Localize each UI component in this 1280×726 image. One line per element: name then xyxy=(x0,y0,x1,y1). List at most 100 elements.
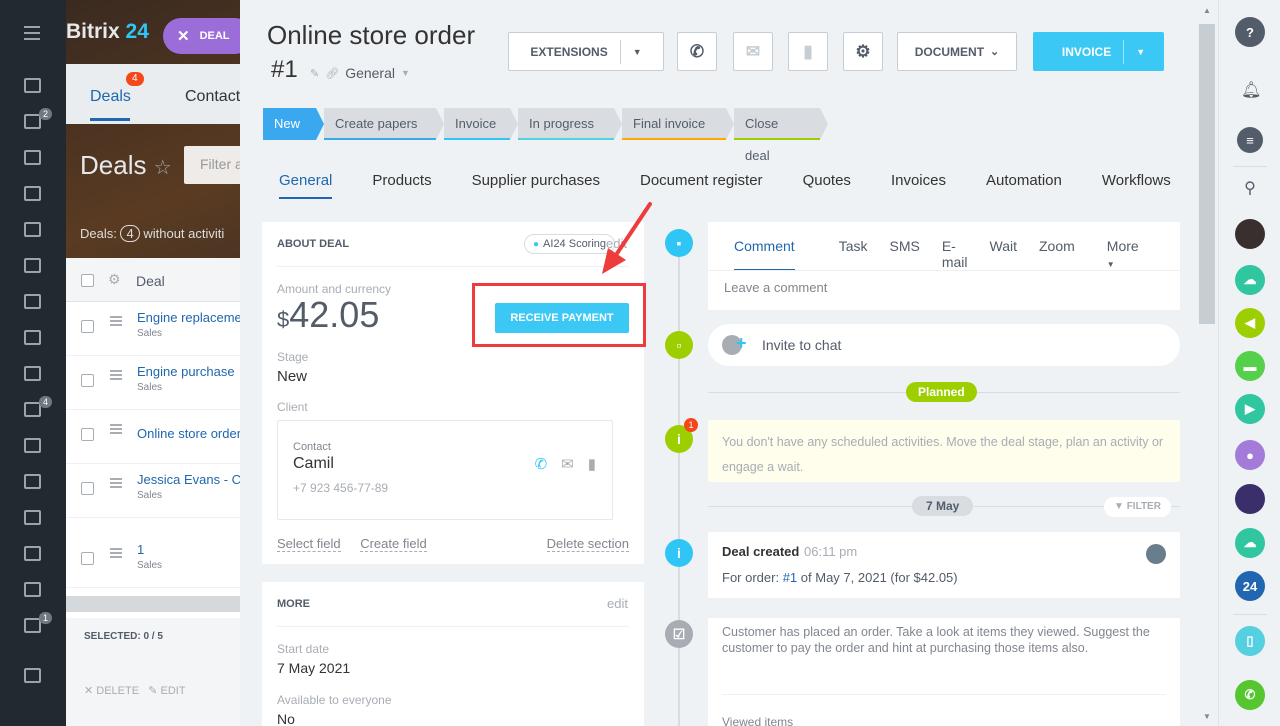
delete-section-link[interactable]: Delete section xyxy=(546,536,629,552)
contact-phone[interactable]: +7 923 456-77-89 xyxy=(293,481,388,495)
select-all-checkbox[interactable] xyxy=(81,274,94,287)
pencil-icon[interactable]: ✎ xyxy=(310,67,319,80)
document-icon[interactable] xyxy=(24,366,41,381)
chat-icon[interactable] xyxy=(24,150,41,165)
row-menu-icon[interactable] xyxy=(110,548,122,560)
deal-title[interactable]: 1 xyxy=(137,542,144,557)
tab-quotes[interactable]: Quotes xyxy=(803,172,851,200)
edit-link[interactable]: edit xyxy=(607,596,628,611)
row-menu-icon[interactable] xyxy=(110,370,122,382)
row-checkbox[interactable] xyxy=(81,482,94,495)
crm-icon[interactable] xyxy=(24,402,41,417)
delete-button[interactable]: DELETE xyxy=(96,685,139,697)
table-row[interactable]: Jessica Evans - C Sales xyxy=(66,464,266,518)
feed-icon[interactable] xyxy=(24,78,41,93)
bell-icon[interactable]: 🔔︎ xyxy=(1241,80,1261,99)
tab-supplier-purchases[interactable]: Supplier purchases xyxy=(472,172,600,200)
category-selector[interactable]: General xyxy=(345,65,395,81)
cart-icon[interactable] xyxy=(24,294,41,309)
stage-in-progress[interactable]: In progress xyxy=(518,108,623,140)
tab-zoom[interactable]: Zoom xyxy=(1039,238,1075,270)
more-icon[interactable] xyxy=(24,618,41,633)
tab-automation[interactable]: Automation xyxy=(986,172,1062,200)
row-checkbox[interactable] xyxy=(81,552,94,565)
chat-bubble-icon[interactable]: ▬ xyxy=(1235,351,1265,381)
comment-input[interactable]: Leave a comment xyxy=(724,280,827,295)
sites-icon[interactable] xyxy=(24,510,41,525)
help-icon[interactable]: ? xyxy=(1235,17,1265,47)
document-button[interactable]: DOCUMENT ⌄ xyxy=(897,32,1017,71)
megaphone-icon[interactable]: ◀ xyxy=(1235,308,1265,338)
table-row[interactable]: Online store order xyxy=(66,410,266,464)
contact-name[interactable]: Camil xyxy=(293,455,334,473)
chat-button[interactable]: ▮ xyxy=(788,32,828,71)
tab-email[interactable]: E-mail xyxy=(942,238,968,270)
tab-wait[interactable]: Wait xyxy=(990,238,1017,270)
mobile-icon[interactable]: ▯ xyxy=(1235,626,1265,656)
slider-scrollbar[interactable]: ▲ ▼ xyxy=(1198,0,1218,726)
invite-to-chat-button[interactable]: + Invite to chat xyxy=(708,324,1180,366)
pencil-icon[interactable]: ✎ xyxy=(148,685,157,697)
stage-close-deal[interactable]: Close deal xyxy=(734,108,829,163)
table-row[interactable]: 1 Sales xyxy=(66,534,266,588)
bitrix-logo[interactable]: Bitrix 24 xyxy=(66,20,149,44)
cloud-icon[interactable]: ☁ xyxy=(1235,528,1265,558)
scrollbar-thumb[interactable] xyxy=(1199,24,1215,324)
edit-button[interactable]: EDIT xyxy=(161,685,186,697)
menu-icon[interactable] xyxy=(24,26,40,44)
tab-invoices[interactable]: Invoices xyxy=(891,172,946,200)
video-icon[interactable]: ▶ xyxy=(1235,394,1265,424)
tab-comment[interactable]: Comment xyxy=(734,238,817,271)
filter-button[interactable]: ▼ FILTER xyxy=(1104,497,1171,517)
tasks-icon[interactable] xyxy=(24,114,41,129)
stage-create-papers[interactable]: Create papers xyxy=(324,108,445,140)
stage-new[interactable]: New xyxy=(263,108,325,140)
chat-history-icon[interactable]: ≡ xyxy=(1237,127,1263,153)
tab-task[interactable]: Task xyxy=(839,238,868,270)
phone-button[interactable]: ✆ xyxy=(677,32,717,71)
chevron-down-icon[interactable]: ▼ xyxy=(633,47,642,57)
avatar[interactable] xyxy=(1235,219,1265,249)
row-menu-icon[interactable] xyxy=(110,316,122,328)
tab-workflows[interactable]: Workflows xyxy=(1102,172,1171,200)
row-checkbox[interactable] xyxy=(81,320,94,333)
bitrix24-icon[interactable]: 24 xyxy=(1235,571,1265,601)
chevron-down-icon[interactable]: ▼ xyxy=(401,68,410,78)
mail-button[interactable]: ✉ xyxy=(733,32,773,71)
select-field-link[interactable]: Select field xyxy=(277,536,341,552)
user-icon[interactable]: ● xyxy=(1235,440,1265,470)
chat-icon[interactable]: ▮ xyxy=(588,455,596,473)
row-checkbox[interactable] xyxy=(81,374,94,387)
calendar-icon[interactable] xyxy=(24,258,41,273)
tab-more[interactable]: More ▼ xyxy=(1107,238,1161,270)
mail-icon[interactable]: ✉ xyxy=(561,455,574,473)
clock-icon[interactable] xyxy=(24,330,41,345)
phone-icon[interactable]: ✆ xyxy=(535,455,548,473)
table-scrollbar[interactable] xyxy=(66,596,266,612)
sync-icon[interactable] xyxy=(24,582,41,597)
phone-icon[interactable]: ✆ xyxy=(1235,680,1265,710)
avatar[interactable] xyxy=(1146,544,1166,564)
row-checkbox[interactable] xyxy=(81,428,94,441)
tab-deals[interactable]: Deals xyxy=(90,88,131,106)
avatar[interactable] xyxy=(1235,484,1265,514)
link-icon[interactable]: 🔗︎ xyxy=(325,67,339,80)
phone-icon[interactable] xyxy=(24,546,41,561)
row-menu-icon[interactable] xyxy=(110,478,122,490)
stage-final-invoice[interactable]: Final invoice xyxy=(622,108,735,140)
tab-contacts[interactable]: Contact xyxy=(185,88,240,106)
invoice-button[interactable]: INVOICE ▼ xyxy=(1033,32,1164,71)
chevron-down-icon[interactable]: ▼ xyxy=(1136,47,1145,57)
order-link[interactable]: #1 xyxy=(783,570,797,585)
tab-document-register[interactable]: Document register xyxy=(640,172,763,200)
structure-icon[interactable] xyxy=(24,668,41,683)
deal-title[interactable]: Online store order xyxy=(137,426,241,441)
close-icon[interactable]: ✕ xyxy=(84,685,93,697)
apps-icon[interactable] xyxy=(24,474,41,489)
stage-invoice[interactable]: Invoice xyxy=(444,108,519,140)
group-icon[interactable] xyxy=(24,186,41,201)
settings-icon[interactable]: ⚙ xyxy=(108,271,121,288)
close-icon[interactable]: ✕ xyxy=(177,27,190,45)
deal-title[interactable]: Engine purchase xyxy=(137,364,235,379)
deal-title[interactable]: Jessica Evans - C xyxy=(137,472,241,487)
